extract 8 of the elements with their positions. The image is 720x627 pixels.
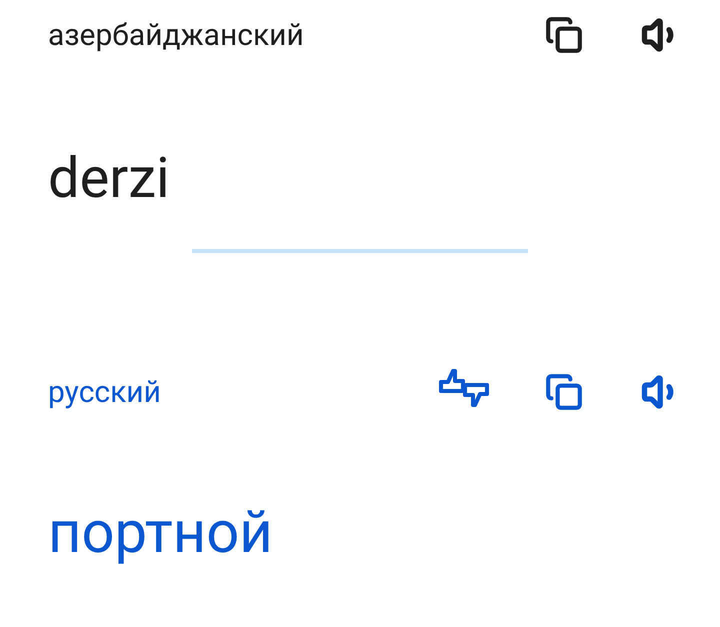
copy-button[interactable] <box>544 372 584 412</box>
source-language: азербайджанский <box>48 16 305 54</box>
copy-button[interactable] <box>544 15 584 55</box>
copy-icon <box>545 16 583 54</box>
source-text: derzi <box>48 145 170 211</box>
translated-text: портной <box>48 499 273 567</box>
copy-icon <box>545 373 583 411</box>
target-language: русский <box>48 374 162 412</box>
